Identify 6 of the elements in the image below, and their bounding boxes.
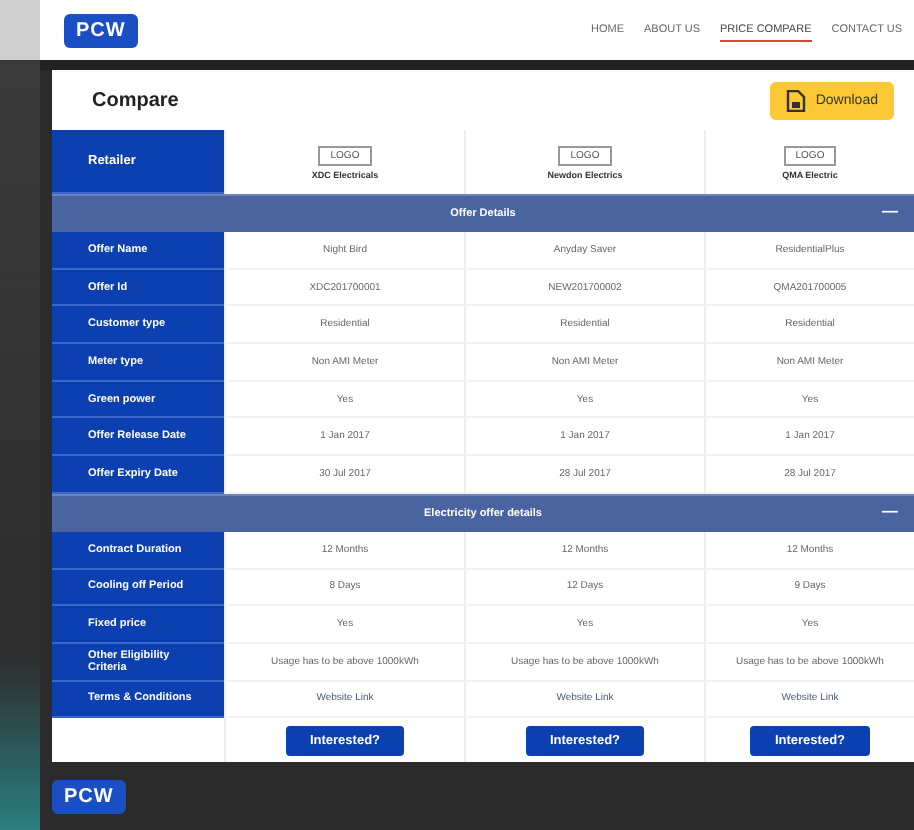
logo[interactable]: PCW [64, 13, 138, 47]
page-title: Compare [92, 89, 179, 111]
collapse-toggle[interactable]: — [882, 501, 898, 520]
document-icon [785, 89, 806, 111]
collapse-toggle[interactable]: — [882, 202, 898, 220]
footer-logo[interactable]: PCW [52, 779, 126, 814]
